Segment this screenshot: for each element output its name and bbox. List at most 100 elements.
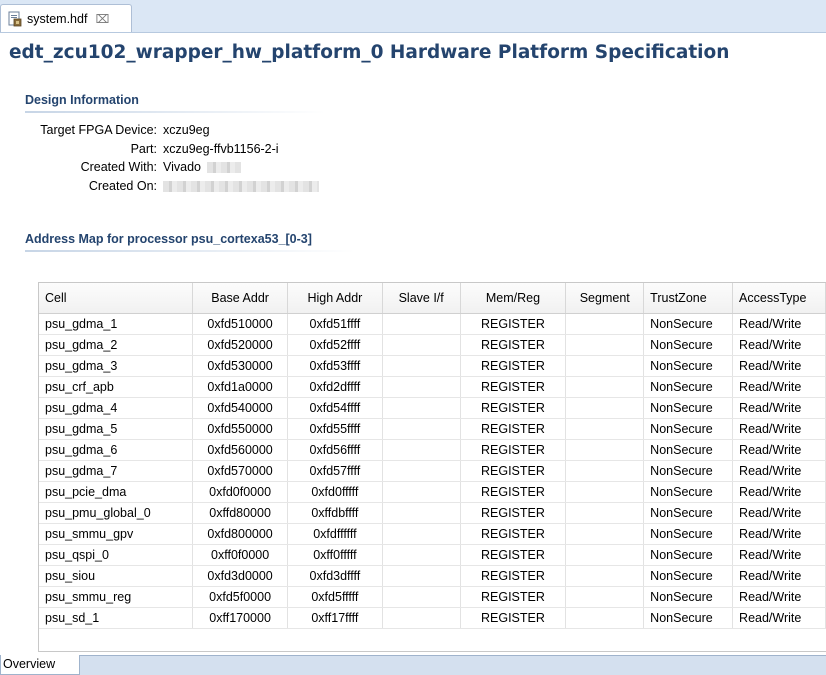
- address-map-title: Address Map for processor psu_cortexa53_…: [25, 232, 312, 246]
- table-row[interactable]: psu_gdma_3 0xfd530000 0xfd53ffff REGISTER No…: [39, 355, 826, 377]
- table-cell-access-type: Read/Write: [732, 397, 826, 419]
- info-key: Part:: [130, 141, 157, 156]
- table-cell-mem-reg: REGISTER: [460, 355, 567, 377]
- table-row[interactable]: psu_smmu_gpv 0xfd800000 0xfdffffff REGISTER…: [39, 523, 826, 545]
- table-cell-segment: [565, 481, 645, 503]
- address-map-table-body: psu_gdma_1 0xfd510000 0xfd51ffff REGISTER No…: [39, 313, 826, 629]
- table-cell-high-addr: 0xff17ffff: [287, 607, 383, 629]
- table-cell-mem-reg: REGISTER: [460, 586, 567, 608]
- table-row[interactable]: psu_gdma_7 0xfd570000 0xfd57ffff REGISTER No…: [39, 460, 826, 482]
- table-row[interactable]: psu_smmu_reg 0xfd5f0000 0xfd5fffff REGISTER…: [39, 586, 826, 608]
- info-value: Vivado: [163, 160, 201, 175]
- info-value-created-with: Vivado: [163, 160, 242, 175]
- table-cell-trustzone: NonSecure: [643, 334, 734, 356]
- table-row[interactable]: psu_pcie_dma 0xfd0f0000 0xfd0fffff REGISTER…: [39, 481, 826, 503]
- address-map-table-container[interactable]: Cell Base Addr High Addr Slave I/f Mem/R…: [38, 282, 826, 652]
- table-cell-cell-name: psu_gdma_3: [39, 355, 194, 377]
- table-cell-segment: [565, 502, 645, 524]
- table-cell-access-type: Read/Write: [732, 544, 826, 566]
- table-cell-cell-name: psu_gdma_4: [39, 397, 194, 419]
- table-cell-high-addr: 0xfd53ffff: [287, 355, 383, 377]
- table-cell-high-addr: 0xfd54ffff: [287, 397, 383, 419]
- table-cell-cell-name: psu_gdma_1: [39, 313, 194, 335]
- column-header-high-addr[interactable]: High Addr: [287, 283, 383, 314]
- table-cell-trustzone: NonSecure: [643, 586, 734, 608]
- table-cell-trustzone: NonSecure: [643, 376, 734, 398]
- column-header-mem-reg[interactable]: Mem/Reg: [460, 283, 567, 314]
- editor-tab-system-hdf[interactable]: system.hdf ⌧: [0, 4, 132, 32]
- table-cell-access-type: Read/Write: [732, 586, 826, 608]
- column-header-slave-if[interactable]: Slave I/f: [382, 283, 461, 314]
- table-cell-access-type: Read/Write: [732, 502, 826, 524]
- table-cell-base-addr: 0xffd80000: [192, 502, 289, 524]
- table-cell-high-addr: 0xfd3dffff: [287, 565, 383, 587]
- table-cell-cell-name: psu_gdma_2: [39, 334, 194, 356]
- tab-overview[interactable]: Overview: [0, 655, 80, 675]
- design-info-divider: [25, 111, 325, 113]
- table-cell-mem-reg: REGISTER: [460, 544, 567, 566]
- table-cell-base-addr: 0xfd540000: [192, 397, 289, 419]
- close-icon[interactable]: ⌧: [95, 12, 109, 26]
- column-header-accesstype[interactable]: AccessType: [732, 283, 826, 314]
- table-cell-trustzone: NonSecure: [643, 397, 734, 419]
- editor-tab-label: system.hdf: [27, 11, 88, 26]
- table-cell-base-addr: 0xff0f0000: [192, 544, 289, 566]
- table-cell-access-type: Read/Write: [732, 523, 826, 545]
- redacted-version: [207, 162, 242, 174]
- table-cell-mem-reg: REGISTER: [460, 523, 567, 545]
- table-cell-high-addr: 0xfd2dffff: [287, 376, 383, 398]
- table-cell-cell-name: psu_crf_apb: [39, 376, 194, 398]
- table-row[interactable]: psu_gdma_2 0xfd520000 0xfd52ffff REGISTER No…: [39, 334, 826, 356]
- table-cell-segment: [565, 544, 645, 566]
- column-header-base-addr[interactable]: Base Addr: [192, 283, 289, 314]
- table-row[interactable]: psu_gdma_1 0xfd510000 0xfd51ffff REGISTER No…: [39, 313, 826, 335]
- table-cell-trustzone: NonSecure: [643, 565, 734, 587]
- column-header-cell[interactable]: Cell: [39, 283, 194, 314]
- table-cell-access-type: Read/Write: [732, 481, 826, 503]
- table-cell-access-type: Read/Write: [732, 607, 826, 629]
- table-row[interactable]: psu_gdma_6 0xfd560000 0xfd56ffff REGISTER No…: [39, 439, 826, 461]
- table-cell-access-type: Read/Write: [732, 439, 826, 461]
- table-row[interactable]: psu_sd_1 0xff170000 0xff17ffff REGISTER NonS…: [39, 607, 826, 629]
- table-cell-segment: [565, 460, 645, 482]
- table-row[interactable]: psu_crf_apb 0xfd1a0000 0xfd2dffff REGISTER N…: [39, 376, 826, 398]
- column-header-trustzone[interactable]: TrustZone: [643, 283, 734, 314]
- column-header-segment[interactable]: Segment: [565, 283, 645, 314]
- page-title: edt_zcu102_wrapper_hw_platform_0 Hardwar…: [9, 42, 730, 63]
- table-cell-high-addr: 0xff0fffff: [287, 544, 383, 566]
- table-cell-slave-if: [382, 544, 461, 566]
- table-row[interactable]: psu_gdma_4 0xfd540000 0xfd54ffff REGISTER No…: [39, 397, 826, 419]
- info-value: xczu9eg: [163, 123, 210, 138]
- table-row[interactable]: psu_pmu_global_0 0xffd80000 0xffdbffff REGI…: [39, 502, 826, 524]
- table-cell-slave-if: [382, 376, 461, 398]
- table-row[interactable]: psu_siou 0xfd3d0000 0xfd3dffff REGISTER NonS…: [39, 565, 826, 587]
- table-cell-trustzone: NonSecure: [643, 439, 734, 461]
- editor-tab-bar: system.hdf ⌧: [0, 0, 826, 33]
- table-cell-base-addr: 0xff170000: [192, 607, 289, 629]
- hdf-file-icon: [8, 11, 22, 26]
- table-cell-cell-name: psu_gdma_5: [39, 418, 194, 440]
- redacted-date: [163, 180, 319, 192]
- table-cell-segment: [565, 586, 645, 608]
- table-cell-segment: [565, 376, 645, 398]
- table-cell-segment: [565, 334, 645, 356]
- table-cell-slave-if: [382, 397, 461, 419]
- design-info-grid: Target FPGA Device: xczu9eg Part: xczu9e…: [22, 121, 319, 195]
- table-row[interactable]: psu_gdma_5 0xfd550000 0xfd55ffff REGISTER No…: [39, 418, 826, 440]
- editor-bottom-tab-bar: Overview: [0, 655, 826, 675]
- table-cell-access-type: Read/Write: [732, 565, 826, 587]
- table-cell-base-addr: 0xfd5f0000: [192, 586, 289, 608]
- table-cell-high-addr: 0xfd0fffff: [287, 481, 383, 503]
- table-cell-segment: [565, 439, 645, 461]
- table-cell-high-addr: 0xfd56ffff: [287, 439, 383, 461]
- table-cell-high-addr: 0xfdffffff: [287, 523, 383, 545]
- table-row[interactable]: psu_qspi_0 0xff0f0000 0xff0fffff REGISTER No…: [39, 544, 826, 566]
- table-cell-trustzone: NonSecure: [643, 481, 734, 503]
- table-cell-base-addr: 0xfd1a0000: [192, 376, 289, 398]
- table-cell-mem-reg: REGISTER: [460, 502, 567, 524]
- table-cell-access-type: Read/Write: [732, 355, 826, 377]
- table-cell-mem-reg: REGISTER: [460, 334, 567, 356]
- table-cell-cell-name: psu_gdma_7: [39, 460, 194, 482]
- table-cell-mem-reg: REGISTER: [460, 376, 567, 398]
- table-cell-segment: [565, 418, 645, 440]
